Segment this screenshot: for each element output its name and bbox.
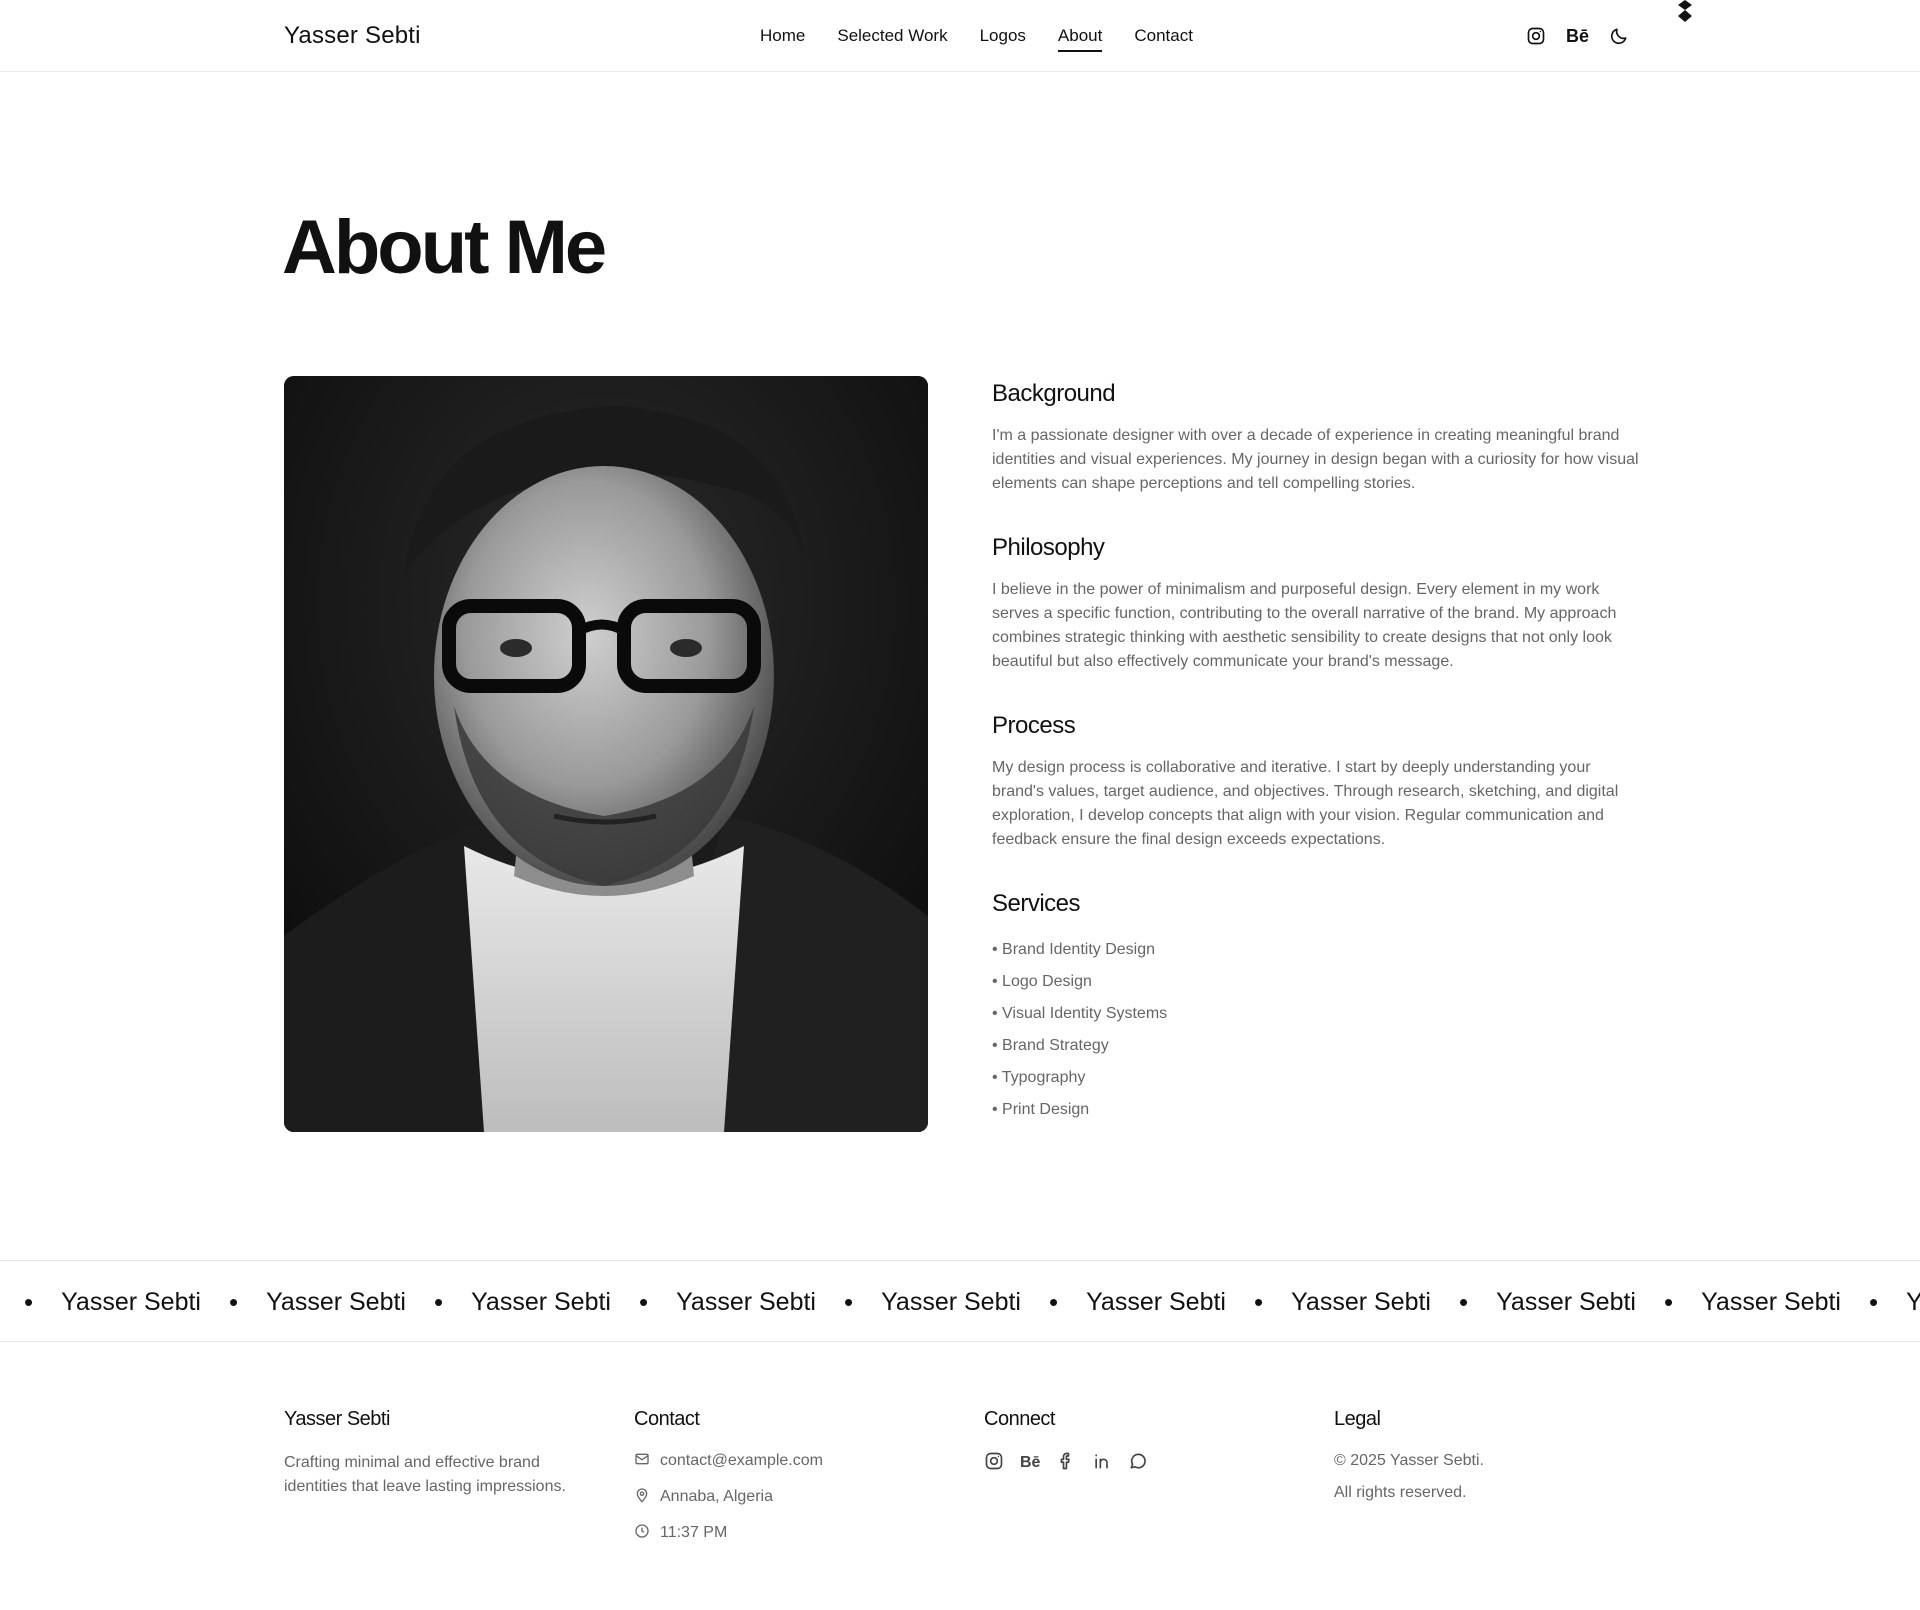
- map-pin-icon: [634, 1487, 650, 1508]
- footer-brand-title: Yasser Sebti: [284, 1408, 390, 1430]
- marquee-separator: •: [1664, 1286, 1674, 1317]
- portrait-photo: [284, 376, 928, 1132]
- footer-location: Annaba, Algeria: [634, 1479, 823, 1515]
- nav-home[interactable]: Home: [760, 26, 805, 52]
- linkedin-icon[interactable]: [1092, 1451, 1112, 1476]
- nav-contact[interactable]: Contact: [1134, 26, 1193, 52]
- footer-social-icons: Bē: [984, 1451, 1148, 1475]
- footer-brand-description: Crafting minimal and effective brand ide…: [284, 1454, 566, 1495]
- behance-icon[interactable]: Bē: [1020, 1454, 1040, 1472]
- marquee-text: Yasser Sebti: [1291, 1287, 1431, 1316]
- marquee-separator: •: [229, 1286, 239, 1317]
- philosophy-text: I believe in the power of minimalism and…: [992, 581, 1617, 670]
- mail-icon: [634, 1451, 650, 1472]
- service-item: • Brand Strategy: [992, 1037, 1109, 1054]
- about-content: Background I'm a passionate designer wit…: [992, 380, 1642, 1126]
- marquee-separator: •: [1254, 1286, 1264, 1317]
- marquee-text: Yasser Sebti: [1701, 1287, 1841, 1316]
- service-item: • Logo Design: [992, 973, 1092, 990]
- service-item: • Visual Identity Systems: [992, 1005, 1168, 1022]
- footer-contact: Contact contact@example.com Annaba, Alge…: [634, 1408, 823, 1551]
- marquee-text: Yasser Sebti: [266, 1287, 406, 1316]
- marquee-separator: •: [24, 1286, 34, 1317]
- services-heading: Services: [992, 890, 1081, 917]
- marquee-text: Yasser Sebti: [1496, 1287, 1636, 1316]
- marquee-separator: •: [639, 1286, 649, 1317]
- process-text: My design process is collaborative and i…: [992, 759, 1619, 848]
- service-item: • Print Design: [992, 1101, 1090, 1118]
- footer-time: 11:37 PM: [634, 1515, 823, 1551]
- nav-logos[interactable]: Logos: [980, 26, 1026, 52]
- marquee-separator: •: [434, 1286, 444, 1317]
- behance-icon[interactable]: Bē: [1566, 24, 1589, 48]
- background-heading: Background: [992, 380, 1116, 407]
- page-title: About Me: [282, 205, 607, 290]
- chat-icon[interactable]: [1128, 1451, 1148, 1476]
- footer-email[interactable]: contact@example.com: [634, 1443, 823, 1479]
- footer-contact-title: Contact: [634, 1408, 700, 1430]
- footer-location-text: Annaba, Algeria: [660, 1488, 773, 1505]
- marquee-text: Yasser Sebti: [676, 1287, 816, 1316]
- footer-copyright: © 2025 Yasser Sebti.: [1334, 1452, 1484, 1469]
- footer-legal-title: Legal: [1334, 1408, 1381, 1430]
- site-brand[interactable]: Yasser Sebti: [284, 22, 421, 50]
- philosophy-heading: Philosophy: [992, 534, 1105, 561]
- footer-brand: Yasser Sebti Crafting minimal and effect…: [284, 1408, 604, 1499]
- services-list: • Brand Identity Design • Logo Design • …: [992, 934, 1642, 1126]
- footer-legal: Legal © 2025 Yasser Sebti. All rights re…: [1334, 1408, 1484, 1509]
- nav-selected-work[interactable]: Selected Work: [837, 26, 947, 52]
- marquee-separator: •: [1459, 1286, 1469, 1317]
- marquee-separator: •: [1049, 1286, 1059, 1317]
- footer-time-text: 11:37 PM: [660, 1524, 728, 1541]
- marquee-text: Yasser Sebti: [881, 1287, 1021, 1316]
- marquee-text: Yasser Sebti: [471, 1287, 611, 1316]
- main-nav: Home Selected Work Logos About Contact: [760, 26, 1193, 52]
- process-heading: Process: [992, 712, 1076, 739]
- header-icons: Bē: [1526, 24, 1629, 48]
- clock-icon: [634, 1523, 650, 1544]
- facebook-icon[interactable]: [1056, 1451, 1076, 1476]
- marquee-track: • Yasser Sebti • Yasser Sebti • Yasser Sebti •…: [16, 1261, 1920, 1341]
- marquee-text: Yasser Sebti: [1906, 1287, 1920, 1316]
- nav-about[interactable]: About: [1057, 26, 1103, 52]
- site-header: Yasser Sebti Home Selected Work Logos Ab…: [0, 0, 1920, 72]
- marquee-text: Yasser Sebti: [61, 1287, 201, 1316]
- marquee-text: Yasser Sebti: [1086, 1287, 1226, 1316]
- diamond-cursor-icon: [1676, 0, 1694, 26]
- background-text: I'm a passionate designer with over a de…: [992, 427, 1639, 492]
- footer-connect-title: Connect: [984, 1408, 1056, 1430]
- marquee-separator: •: [844, 1286, 854, 1317]
- footer-connect: Connect Bē: [984, 1408, 1148, 1475]
- instagram-icon[interactable]: [1526, 24, 1546, 48]
- name-marquee: • Yasser Sebti • Yasser Sebti • Yasser Sebti •…: [0, 1260, 1920, 1342]
- footer-email-text: contact@example.com: [660, 1452, 823, 1469]
- moon-icon[interactable]: [1609, 24, 1629, 48]
- service-item: • Brand Identity Design: [992, 941, 1156, 958]
- footer-rights: All rights reserved.: [1334, 1484, 1467, 1501]
- instagram-icon[interactable]: [984, 1451, 1004, 1476]
- marquee-separator: •: [1869, 1286, 1879, 1317]
- service-item: • Typography: [992, 1069, 1086, 1086]
